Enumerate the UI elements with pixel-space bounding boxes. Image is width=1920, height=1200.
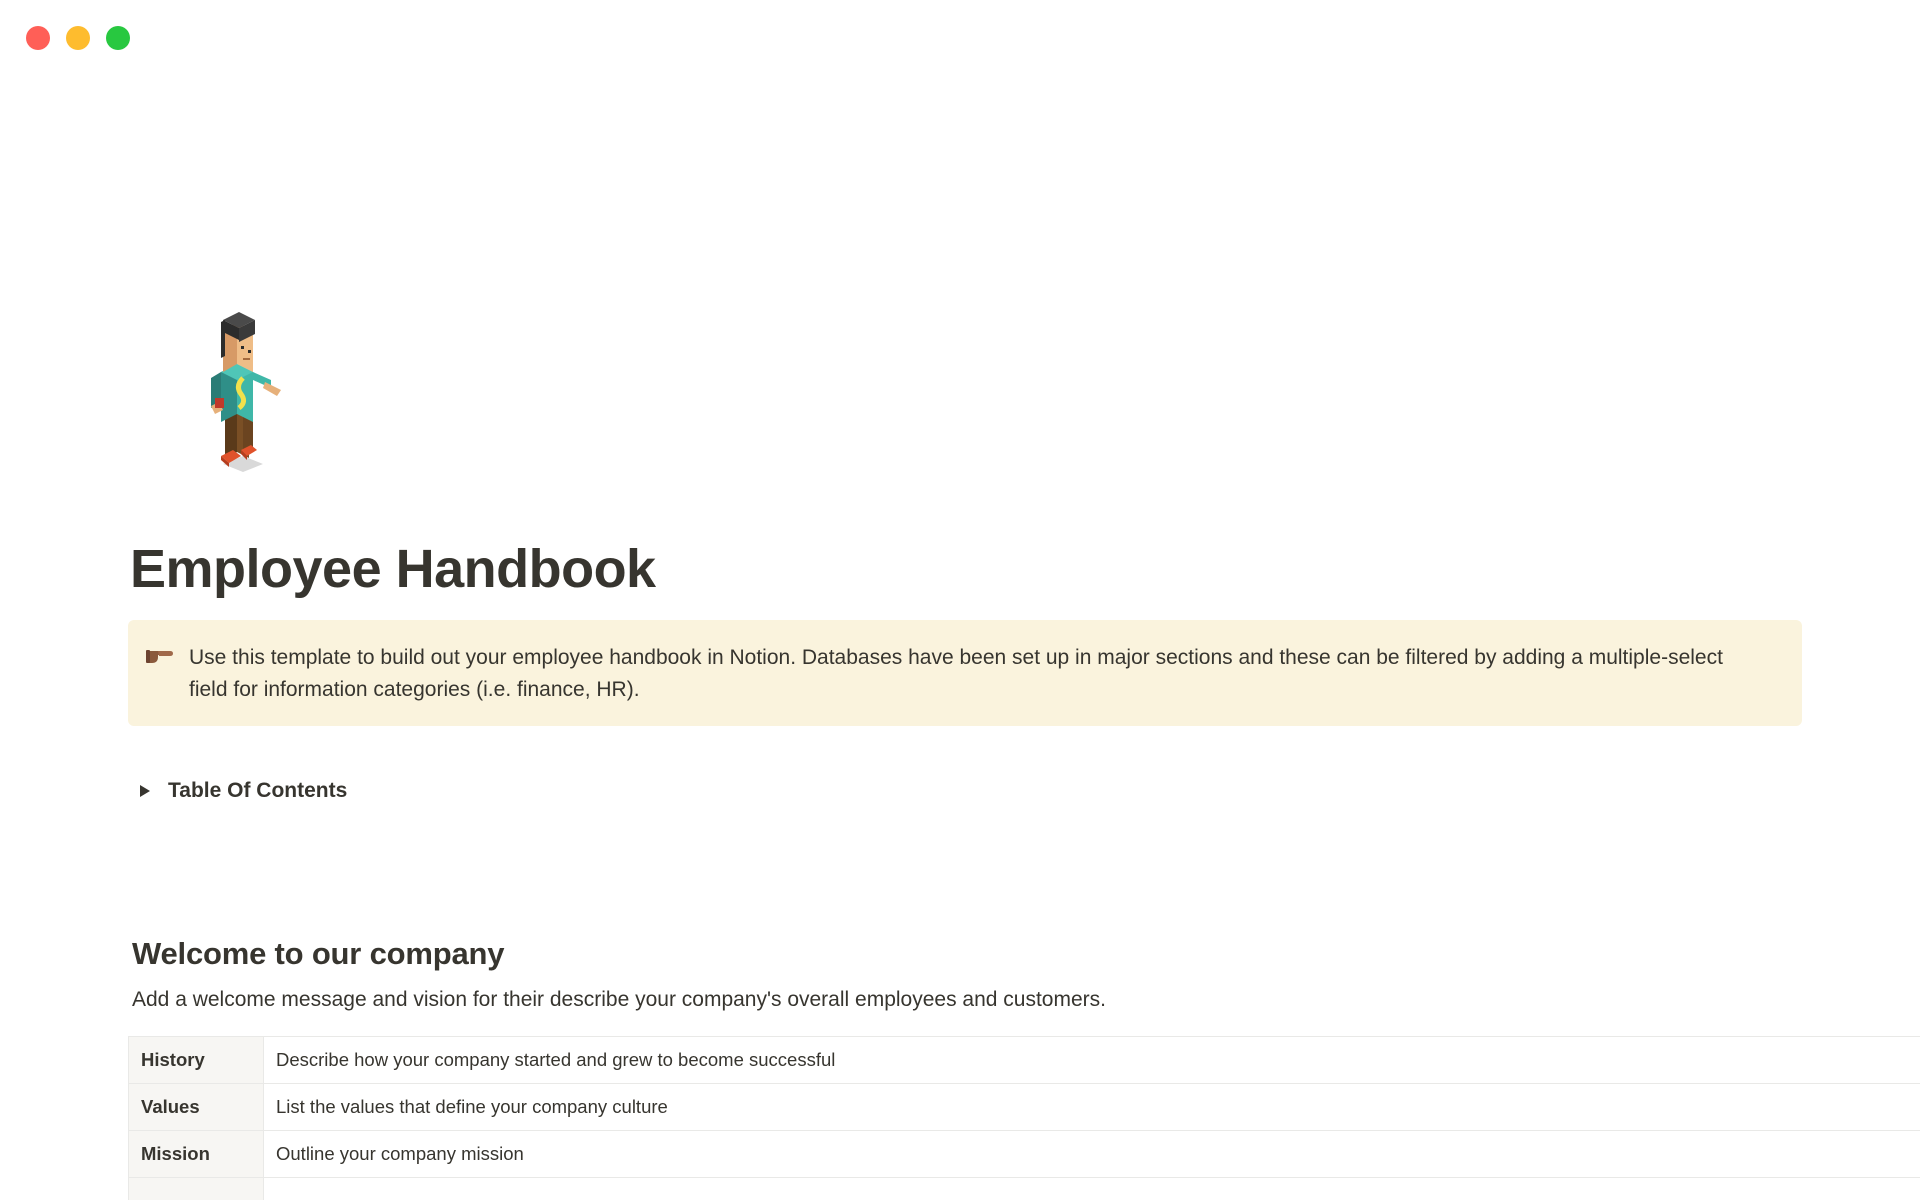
welcome-heading[interactable]: Welcome to our company — [132, 936, 504, 972]
table-row: Mission Outline your company mission — [128, 1130, 1920, 1178]
notion-window: Employee Handbook Use this template to b… — [0, 0, 1920, 1200]
callout-block[interactable]: Use this template to build out your empl… — [128, 620, 1802, 726]
table-row — [128, 1177, 1920, 1200]
triangle-right-icon[interactable] — [130, 776, 160, 806]
table-cell[interactable]: Describe how your company started and gr… — [263, 1036, 1920, 1084]
minimize-window-button[interactable] — [66, 26, 90, 50]
pointing-hand-icon[interactable] — [144, 642, 174, 666]
table-row-header[interactable]: History — [128, 1036, 264, 1084]
table-row-header[interactable]: Values — [128, 1083, 264, 1131]
table-cell[interactable]: List the values that define your company… — [263, 1083, 1920, 1131]
table-cell[interactable] — [263, 1177, 1920, 1200]
window-controls — [26, 26, 130, 50]
table-row: History Describe how your company starte… — [128, 1036, 1920, 1084]
person-icon[interactable] — [185, 306, 295, 476]
toggle-label: Table Of Contents — [168, 779, 348, 802]
table-row: Values List the values that define your … — [128, 1083, 1920, 1131]
close-window-button[interactable] — [26, 26, 50, 50]
info-table: History Describe how your company starte… — [128, 1036, 1920, 1200]
table-cell[interactable]: Outline your company mission — [263, 1130, 1920, 1178]
maximize-window-button[interactable] — [106, 26, 130, 50]
table-row-header[interactable]: Mission — [128, 1130, 264, 1178]
page-title[interactable]: Employee Handbook — [130, 538, 656, 600]
callout-text[interactable]: Use this template to build out your empl… — [189, 642, 1762, 706]
welcome-paragraph[interactable]: Add a welcome message and vision for the… — [132, 988, 1106, 1012]
table-of-contents-toggle[interactable]: Table Of Contents — [130, 776, 347, 806]
table-row-header[interactable] — [128, 1177, 264, 1200]
